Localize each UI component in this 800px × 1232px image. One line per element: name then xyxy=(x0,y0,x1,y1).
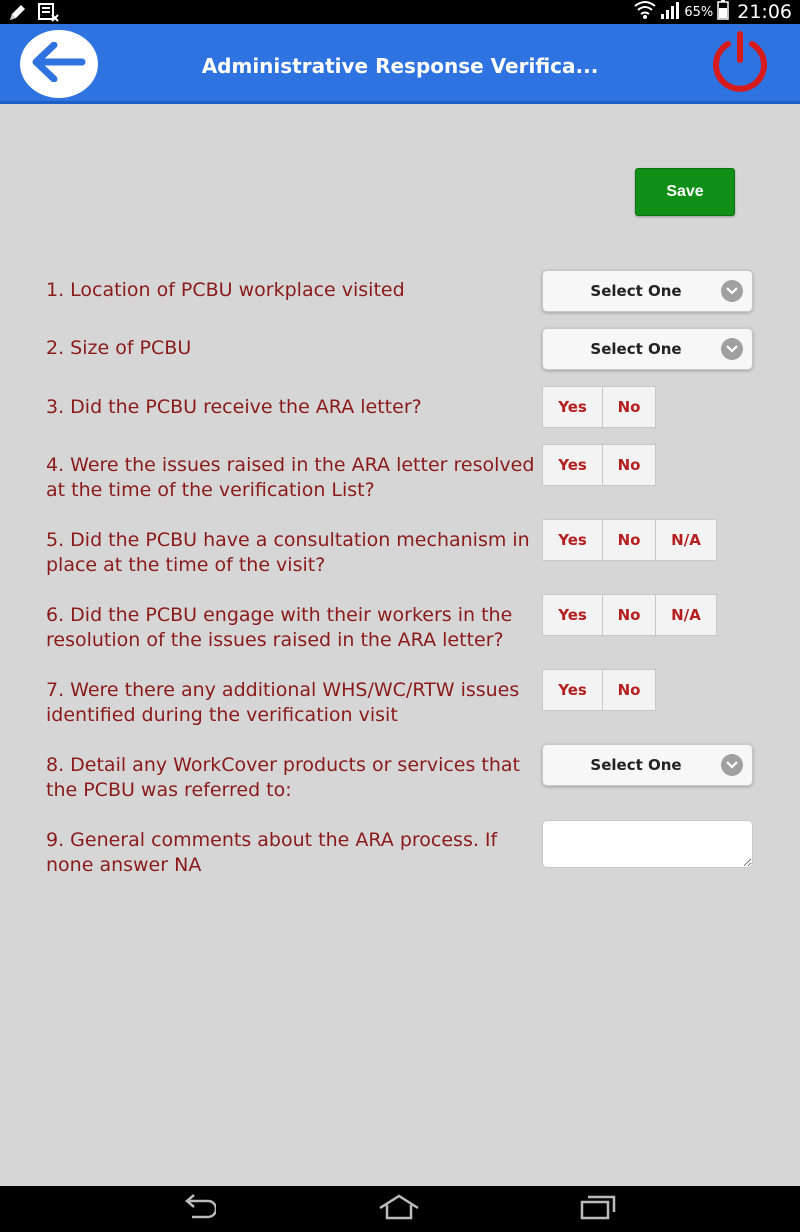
power-icon xyxy=(708,30,772,99)
question-6-na-button[interactable]: N/A xyxy=(656,594,717,636)
question-7-no-button[interactable]: No xyxy=(603,669,656,711)
question-5-na-button[interactable]: N/A xyxy=(656,519,717,561)
home-icon xyxy=(378,1194,420,1225)
chevron-down-icon xyxy=(721,754,743,776)
question-7-yes-button[interactable]: Yes xyxy=(542,669,603,711)
back-nav-button[interactable] xyxy=(178,1193,220,1225)
nav-bar xyxy=(0,1186,800,1232)
question-6-yes-button[interactable]: Yes xyxy=(542,594,603,636)
wifi-icon xyxy=(634,0,656,25)
home-nav-button[interactable] xyxy=(376,1194,422,1224)
question-2-select[interactable]: Select One xyxy=(542,328,753,370)
battery-percent: 65% xyxy=(684,4,714,20)
recent-apps-nav-button[interactable] xyxy=(578,1194,618,1224)
question-5-no-button[interactable]: No xyxy=(603,519,656,561)
app-header: Administrative Response Verifica... xyxy=(0,24,800,104)
question-3-yes-button[interactable]: Yes xyxy=(542,386,603,428)
question-5-options: Yes No N/A xyxy=(542,519,717,561)
question-8-label: 8. Detail any WorkCover products or serv… xyxy=(46,754,521,801)
back-button[interactable] xyxy=(20,30,98,98)
chevron-down-icon xyxy=(721,338,743,360)
logout-button[interactable] xyxy=(706,30,774,98)
question-3-no-button[interactable]: No xyxy=(603,386,656,428)
question-3-options: Yes No xyxy=(542,386,656,428)
recent-apps-icon xyxy=(580,1194,616,1225)
question-6-options: Yes No N/A xyxy=(542,594,717,636)
question-6-label: 6. Did the PCBU engage with their worker… xyxy=(46,604,513,651)
signal-icon xyxy=(660,0,680,25)
question-5-yes-button[interactable]: Yes xyxy=(542,519,603,561)
question-2-label: 2. Size of PCBU xyxy=(46,337,192,359)
question-2-select-value: Select One xyxy=(590,340,682,358)
page-title: Administrative Response Verifica... xyxy=(201,54,599,78)
question-1-select[interactable]: Select One xyxy=(542,270,753,312)
question-8-select[interactable]: Select One xyxy=(542,744,753,786)
clock: 21:06 xyxy=(737,1,792,23)
question-3-label: 3. Did the PCBU receive the ARA letter? xyxy=(46,396,422,418)
question-4-label: 4. Were the issues raised in the ARA let… xyxy=(46,454,535,501)
chevron-down-icon xyxy=(721,280,743,302)
back-icon xyxy=(182,1193,218,1225)
question-4-yes-button[interactable]: Yes xyxy=(542,444,603,486)
question-4-no-button[interactable]: No xyxy=(603,444,656,486)
comments-field[interactable] xyxy=(542,820,753,868)
question-6-no-button[interactable]: No xyxy=(603,594,656,636)
status-bar: 65% 21:06 xyxy=(0,0,800,24)
arrow-left-icon xyxy=(32,41,86,87)
question-1-select-value: Select One xyxy=(590,282,682,300)
question-1-label: 1. Location of PCBU workplace visited xyxy=(46,279,405,301)
save-button[interactable]: Save xyxy=(635,168,735,216)
question-7-label: 7. Were there any additional WHS/WC/RTW … xyxy=(46,679,520,726)
question-9-label: 9. General comments about the ARA proces… xyxy=(46,829,498,876)
question-8-select-value: Select One xyxy=(590,756,682,774)
battery-icon xyxy=(717,0,729,25)
question-7-options: Yes No xyxy=(542,669,656,711)
question-4-options: Yes No xyxy=(542,444,656,486)
question-5-label: 5. Did the PCBU have a consultation mech… xyxy=(46,529,530,576)
